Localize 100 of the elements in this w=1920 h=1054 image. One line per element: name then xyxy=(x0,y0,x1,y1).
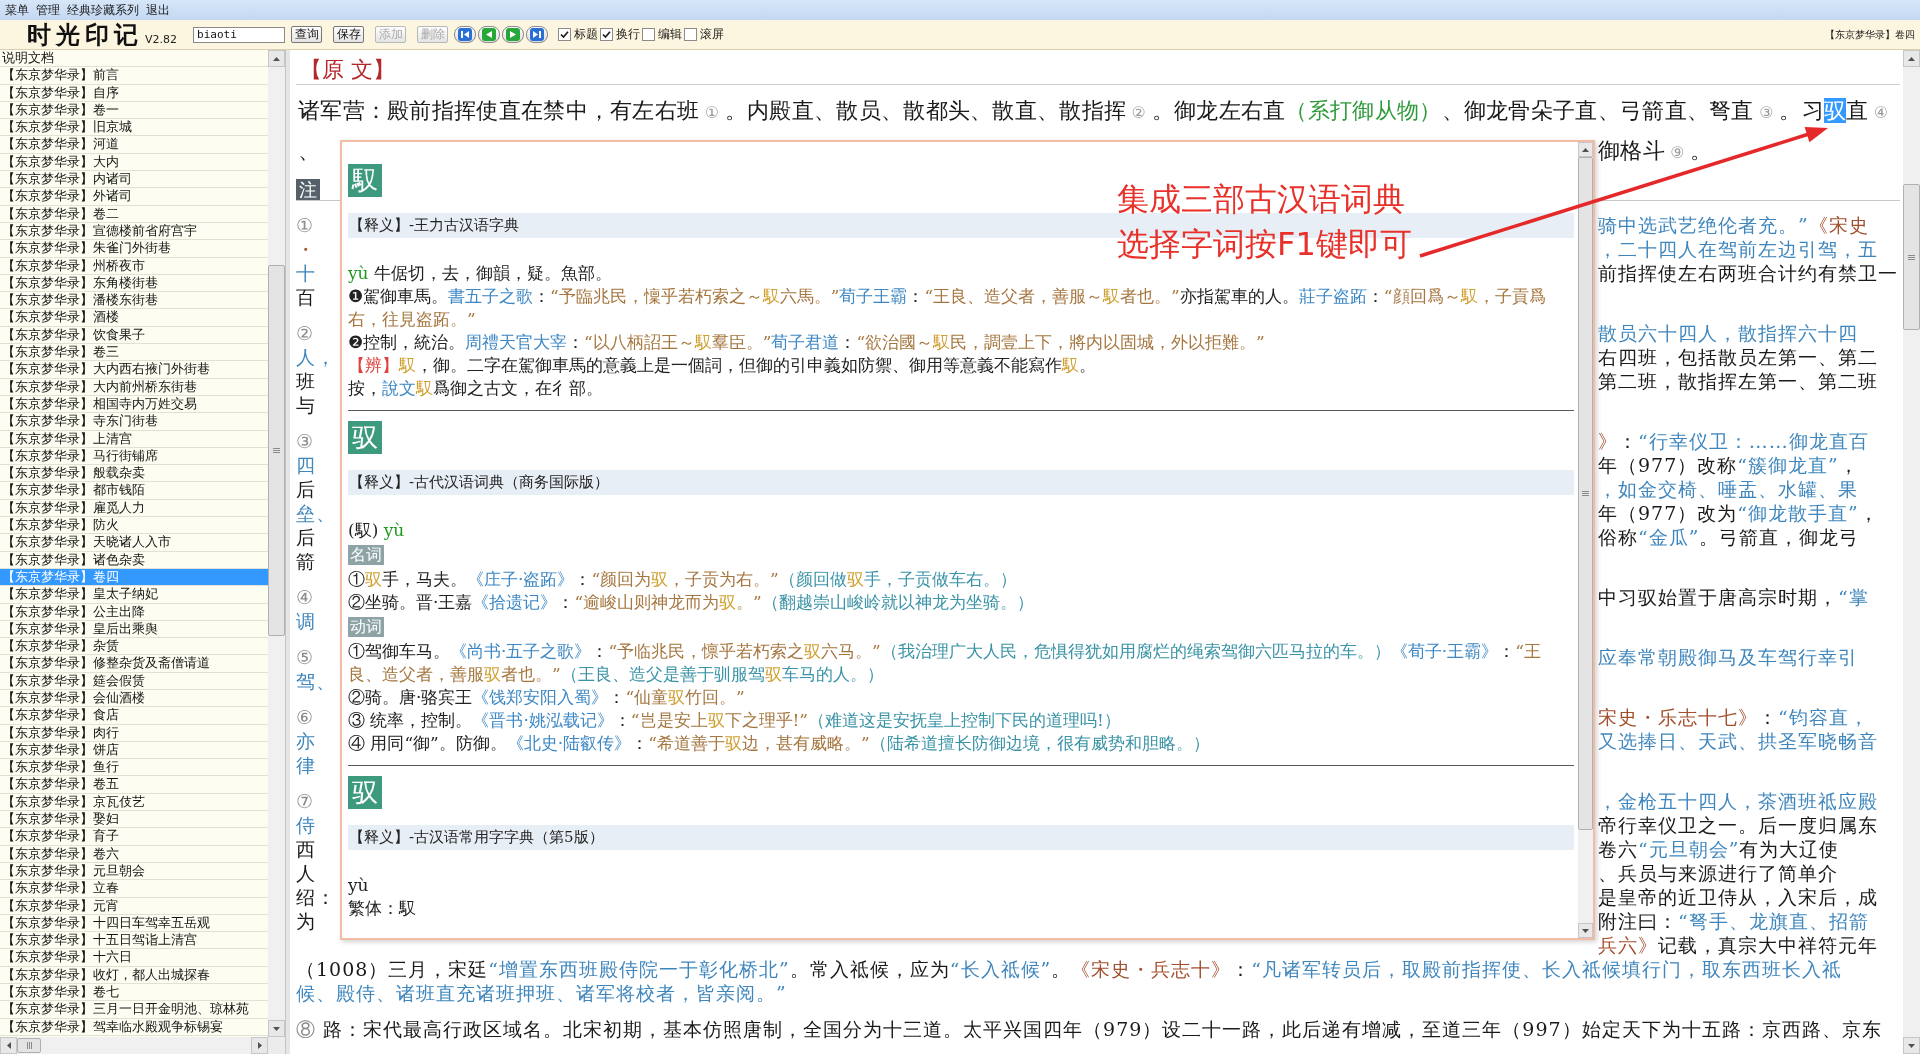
sidebar-item[interactable]: 【东京梦华录】都市钱陌 xyxy=(0,482,268,500)
note-fragment: 是皇帝的近卫侍从，入宋后，成 xyxy=(1598,885,1878,909)
note-fragment: 四 xyxy=(296,453,316,477)
checkbox[interactable] xyxy=(600,28,614,41)
definition-text: ❷控制，統治。周禮天官大宰：“以八柄詔王～馭羣臣。”荀子君道：“欲治國～馭民，調壹上下，將内以固城，外以拒難。” xyxy=(348,332,1265,352)
up-triangle-icon xyxy=(1908,56,1915,61)
search-field[interactable]: biaoti xyxy=(193,26,286,43)
sidebar-item[interactable]: 【东京梦华录】立春 xyxy=(0,880,268,898)
sidebar-item[interactable]: 【东京梦华录】卷五 xyxy=(0,776,268,794)
scroll-left-button[interactable] xyxy=(0,1037,17,1054)
sidebar-item[interactable]: 【东京梦华录】般载杂卖 xyxy=(0,465,268,483)
sidebar-item[interactable]: 【东京梦华录】三月一日开金明池、琼林苑 xyxy=(0,1001,268,1019)
checkbox-option[interactable]: 编辑 xyxy=(642,26,683,43)
note-fragment: 百 xyxy=(296,285,316,309)
checkbox[interactable] xyxy=(558,28,572,41)
note-fragment: ① xyxy=(296,213,314,237)
scrollbar-thumb[interactable] xyxy=(268,265,285,636)
scroll-right-button[interactable] xyxy=(251,1037,268,1054)
scrollbar-thumb[interactable] xyxy=(1903,184,1920,330)
note-fragment: 骑中选武艺绝伦者充。”《宋史 xyxy=(1598,213,1869,237)
note-fragment: ・ xyxy=(296,237,316,261)
checkbox-option[interactable]: 滚屏 xyxy=(684,26,725,43)
definition-text: 繁体：馭 xyxy=(348,898,416,918)
annotation-text: 选择字词按F1键即可 xyxy=(1117,224,1412,265)
sidebar-item[interactable]: 【东京梦华录】潘楼东街巷 xyxy=(0,292,268,310)
skip-end-icon xyxy=(530,28,545,41)
sidebar-item[interactable]: 【东京梦华录】朱雀门外街巷 xyxy=(0,240,268,258)
note-fragment: 兵六》记载，真宗大中祥符元年 xyxy=(1598,933,1878,957)
note-fragment: ② xyxy=(296,321,314,345)
last-page-button[interactable] xyxy=(526,26,549,43)
scroll-up-button[interactable] xyxy=(1578,142,1593,157)
definition-text: ③ 统率，控制。《晋书·姚泓载记》：“岂是安上驭下之理乎!”（难道这是安抚皇上控制下民的道理吗!） xyxy=(348,710,1121,730)
sidebar-item[interactable]: 说明文档 xyxy=(0,50,268,68)
sidebar-item[interactable]: 【东京梦华录】皇太子纳妃 xyxy=(0,586,268,604)
menu-item[interactable]: 退出 xyxy=(146,1,170,19)
checkbox[interactable] xyxy=(684,28,698,41)
scrollbar-thumb[interactable] xyxy=(1578,157,1593,830)
checkbox-option[interactable]: 标题 xyxy=(558,26,599,43)
sidebar-item[interactable]: 【东京梦华录】修整杂货及斋僧请道 xyxy=(0,655,268,673)
scrollbar-thumb[interactable] xyxy=(17,1038,41,1053)
note-fragment: 俗称“金瓜”。弓箭直，御龙弓 xyxy=(1598,525,1860,549)
scroll-up-button[interactable] xyxy=(1903,50,1920,67)
notes-label: 注 xyxy=(296,179,320,200)
note-fragment: 、兵员与来源进行了简单介 xyxy=(1598,861,1838,885)
sidebar-item[interactable]: 【东京梦华录】食店 xyxy=(0,707,268,725)
sidebar-item[interactable]: 【东京梦华录】大内西右掖门外街巷 xyxy=(0,361,268,379)
scroll-down-button[interactable] xyxy=(1578,923,1593,938)
definition-text: 【辨】馭，御。二字在駕御車馬的意義上是一個詞，但御的引申義如防禦、御用等意義不能寫作馭。 xyxy=(348,355,1096,375)
sidebar-item[interactable]: 【东京梦华录】育子 xyxy=(0,828,268,846)
note-fragment: 后 xyxy=(296,525,316,549)
menu-item[interactable]: 管理 xyxy=(36,1,60,19)
note-fragment: 又选捧日、天武、拱圣军晓畅音 xyxy=(1598,729,1878,753)
sidebar-item[interactable]: 【东京梦华录】内诸司 xyxy=(0,171,268,189)
definition-text: ①驭手，马夫。《庄子·盗跖》：“颜回为驭，子贡为右。”（颜回做驭手，子贡做车右。） xyxy=(348,569,1017,589)
sidebar-item[interactable]: 【东京梦华录】防火 xyxy=(0,517,268,535)
note-fragment: 驾、 xyxy=(296,669,336,693)
menu-item[interactable]: 经典珍藏系列 xyxy=(67,1,139,19)
sidebar-item[interactable]: 【东京梦华录】卷七 xyxy=(0,984,268,1002)
sidebar-item[interactable]: 【东京梦华录】寺东门街巷 xyxy=(0,413,268,431)
note-fragment: 调 xyxy=(296,609,316,633)
first-page-button[interactable] xyxy=(454,26,477,43)
note-fragment: ⑦ xyxy=(296,789,314,813)
previous-page-button[interactable] xyxy=(478,26,501,43)
sidebar-item[interactable]: 【东京梦华录】娶妇 xyxy=(0,811,268,829)
note-fragment: ，如金交椅、唾盂、水罐、果 xyxy=(1598,477,1858,501)
note-fragment: 卷六“元旦朝会”有为大辽使 xyxy=(1598,837,1840,861)
sidebar-item[interactable]: 【东京梦华录】外诸司 xyxy=(0,188,268,206)
sidebar-item[interactable]: 【东京梦华录】天晓诸人入市 xyxy=(0,534,268,552)
note-fragment: 宋史・乐志十七》：“钧容直， xyxy=(1598,705,1869,729)
toolbar-button[interactable]: 保存 xyxy=(333,26,365,43)
sidebar-item[interactable]: 【东京梦华录】十五日驾诣上清宫 xyxy=(0,932,268,950)
text-fragment: 、 xyxy=(298,137,321,165)
sidebar-item[interactable]: 【东京梦华录】鱼行 xyxy=(0,759,268,777)
sidebar-item[interactable]: 【东京梦华录】酒楼 xyxy=(0,309,268,327)
part-of-speech-label: 动词 xyxy=(348,617,384,637)
part-of-speech-label: 名词 xyxy=(348,545,384,565)
sidebar-item[interactable]: 【东京梦华录】河道 xyxy=(0,136,268,154)
checkbox[interactable] xyxy=(642,28,656,41)
definition-text: yù xyxy=(348,875,369,895)
chapter-title: 【东京梦华录】卷四 xyxy=(1825,27,1915,42)
next-page-button[interactable] xyxy=(502,26,525,43)
sidebar-item[interactable]: 【东京梦华录】卷三 xyxy=(0,344,268,362)
dictionary-source: 【释义】-古代汉语词典（商务国际版） xyxy=(349,473,610,491)
sidebar-item[interactable]: 【东京梦华录】杂赁 xyxy=(0,638,268,656)
scroll-up-button[interactable] xyxy=(268,50,285,67)
checkbox-option[interactable]: 换行 xyxy=(600,26,641,43)
headword: 驭 xyxy=(348,776,382,809)
sidebar-item[interactable]: 【东京梦华录】旧京城 xyxy=(0,119,268,137)
sidebar-item[interactable]: 【东京梦华录】前言 xyxy=(0,67,268,85)
note-line: ⑧ 路：宋代最高行政区域名。北宋初期，基本仿照唐制，全国分为十三道。太平兴国四年（979）设二十一路，此后递有增减，至道三年（997）始定天下为十五路：京西路、京东 xyxy=(296,1018,1882,1040)
note-fragment: 右四班，包括散员左第一、第二 xyxy=(1598,345,1878,369)
note-fragment: 律 xyxy=(296,753,316,777)
toolbar-button[interactable]: 查询 xyxy=(291,26,323,43)
annotation-text: 集成三部古汉语词典 xyxy=(1117,179,1405,220)
scroll-down-button[interactable] xyxy=(1903,1037,1920,1054)
note-fragment: 前指挥使左右两班合计约有禁卫一 xyxy=(1598,261,1898,285)
sidebar-item[interactable]: 【东京梦华录】十六日 xyxy=(0,949,268,967)
menu-item[interactable]: 菜单 xyxy=(5,1,29,19)
note-fragment: 人， xyxy=(296,345,336,369)
scroll-down-button[interactable] xyxy=(268,1020,285,1037)
